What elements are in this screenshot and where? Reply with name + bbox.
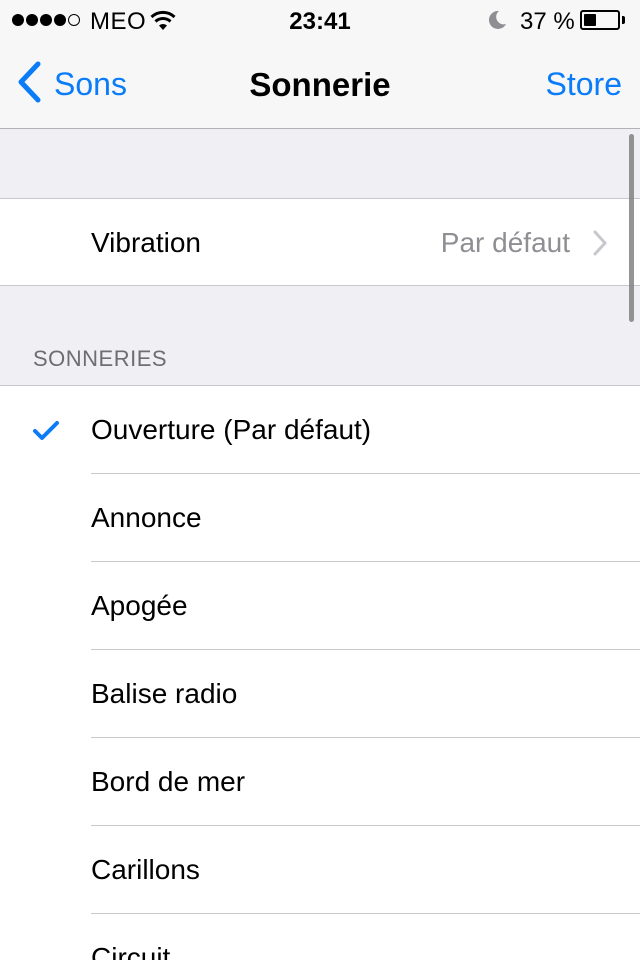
ringtone-label: Balise radio [91,678,238,709]
vibration-row[interactable]: Vibration Par défaut [0,198,640,286]
list-item[interactable]: Annonce [0,474,640,562]
ringtone-label: Ouverture (Par défaut) [91,414,372,445]
checkmark-icon [32,420,60,447]
ringtone-label: Apogée [91,590,188,621]
vibration-value: Par défaut [440,227,570,258]
chevron-right-icon [592,229,608,262]
ringtone-label: Carillons [91,854,200,885]
battery-fill [584,14,596,26]
navigation-bar: Sons Sonnerie Store [0,40,640,129]
battery-tip [622,16,625,24]
status-bar: MEO 23:41 37 % [0,0,640,40]
battery-percentage: 37 % [520,8,575,35]
ringtone-label: Annonce [91,502,202,533]
list-item[interactable]: Circuit [0,914,640,960]
list-item[interactable]: Balise radio [0,650,640,738]
list-item[interactable]: Bord de mer [0,738,640,826]
scroll-indicator[interactable] [629,134,634,322]
section-header-ringtones: SONNERIES [33,346,168,371]
list-item[interactable]: Carillons [0,826,640,914]
page-title: Sonnerie [249,66,391,103]
ringtone-label: Bord de mer [91,766,246,797]
vibration-label: Vibration [91,227,202,258]
ringtone-label: Circuit [91,942,171,960]
battery-icon [580,10,620,30]
moon-icon [486,9,508,36]
ringtone-list: Ouverture (Par défaut) Annonce Apogée Ba… [0,385,640,960]
store-button[interactable]: Store [546,66,622,103]
list-item[interactable]: Ouverture (Par défaut) [0,386,640,474]
list-item[interactable]: Apogée [0,562,640,650]
